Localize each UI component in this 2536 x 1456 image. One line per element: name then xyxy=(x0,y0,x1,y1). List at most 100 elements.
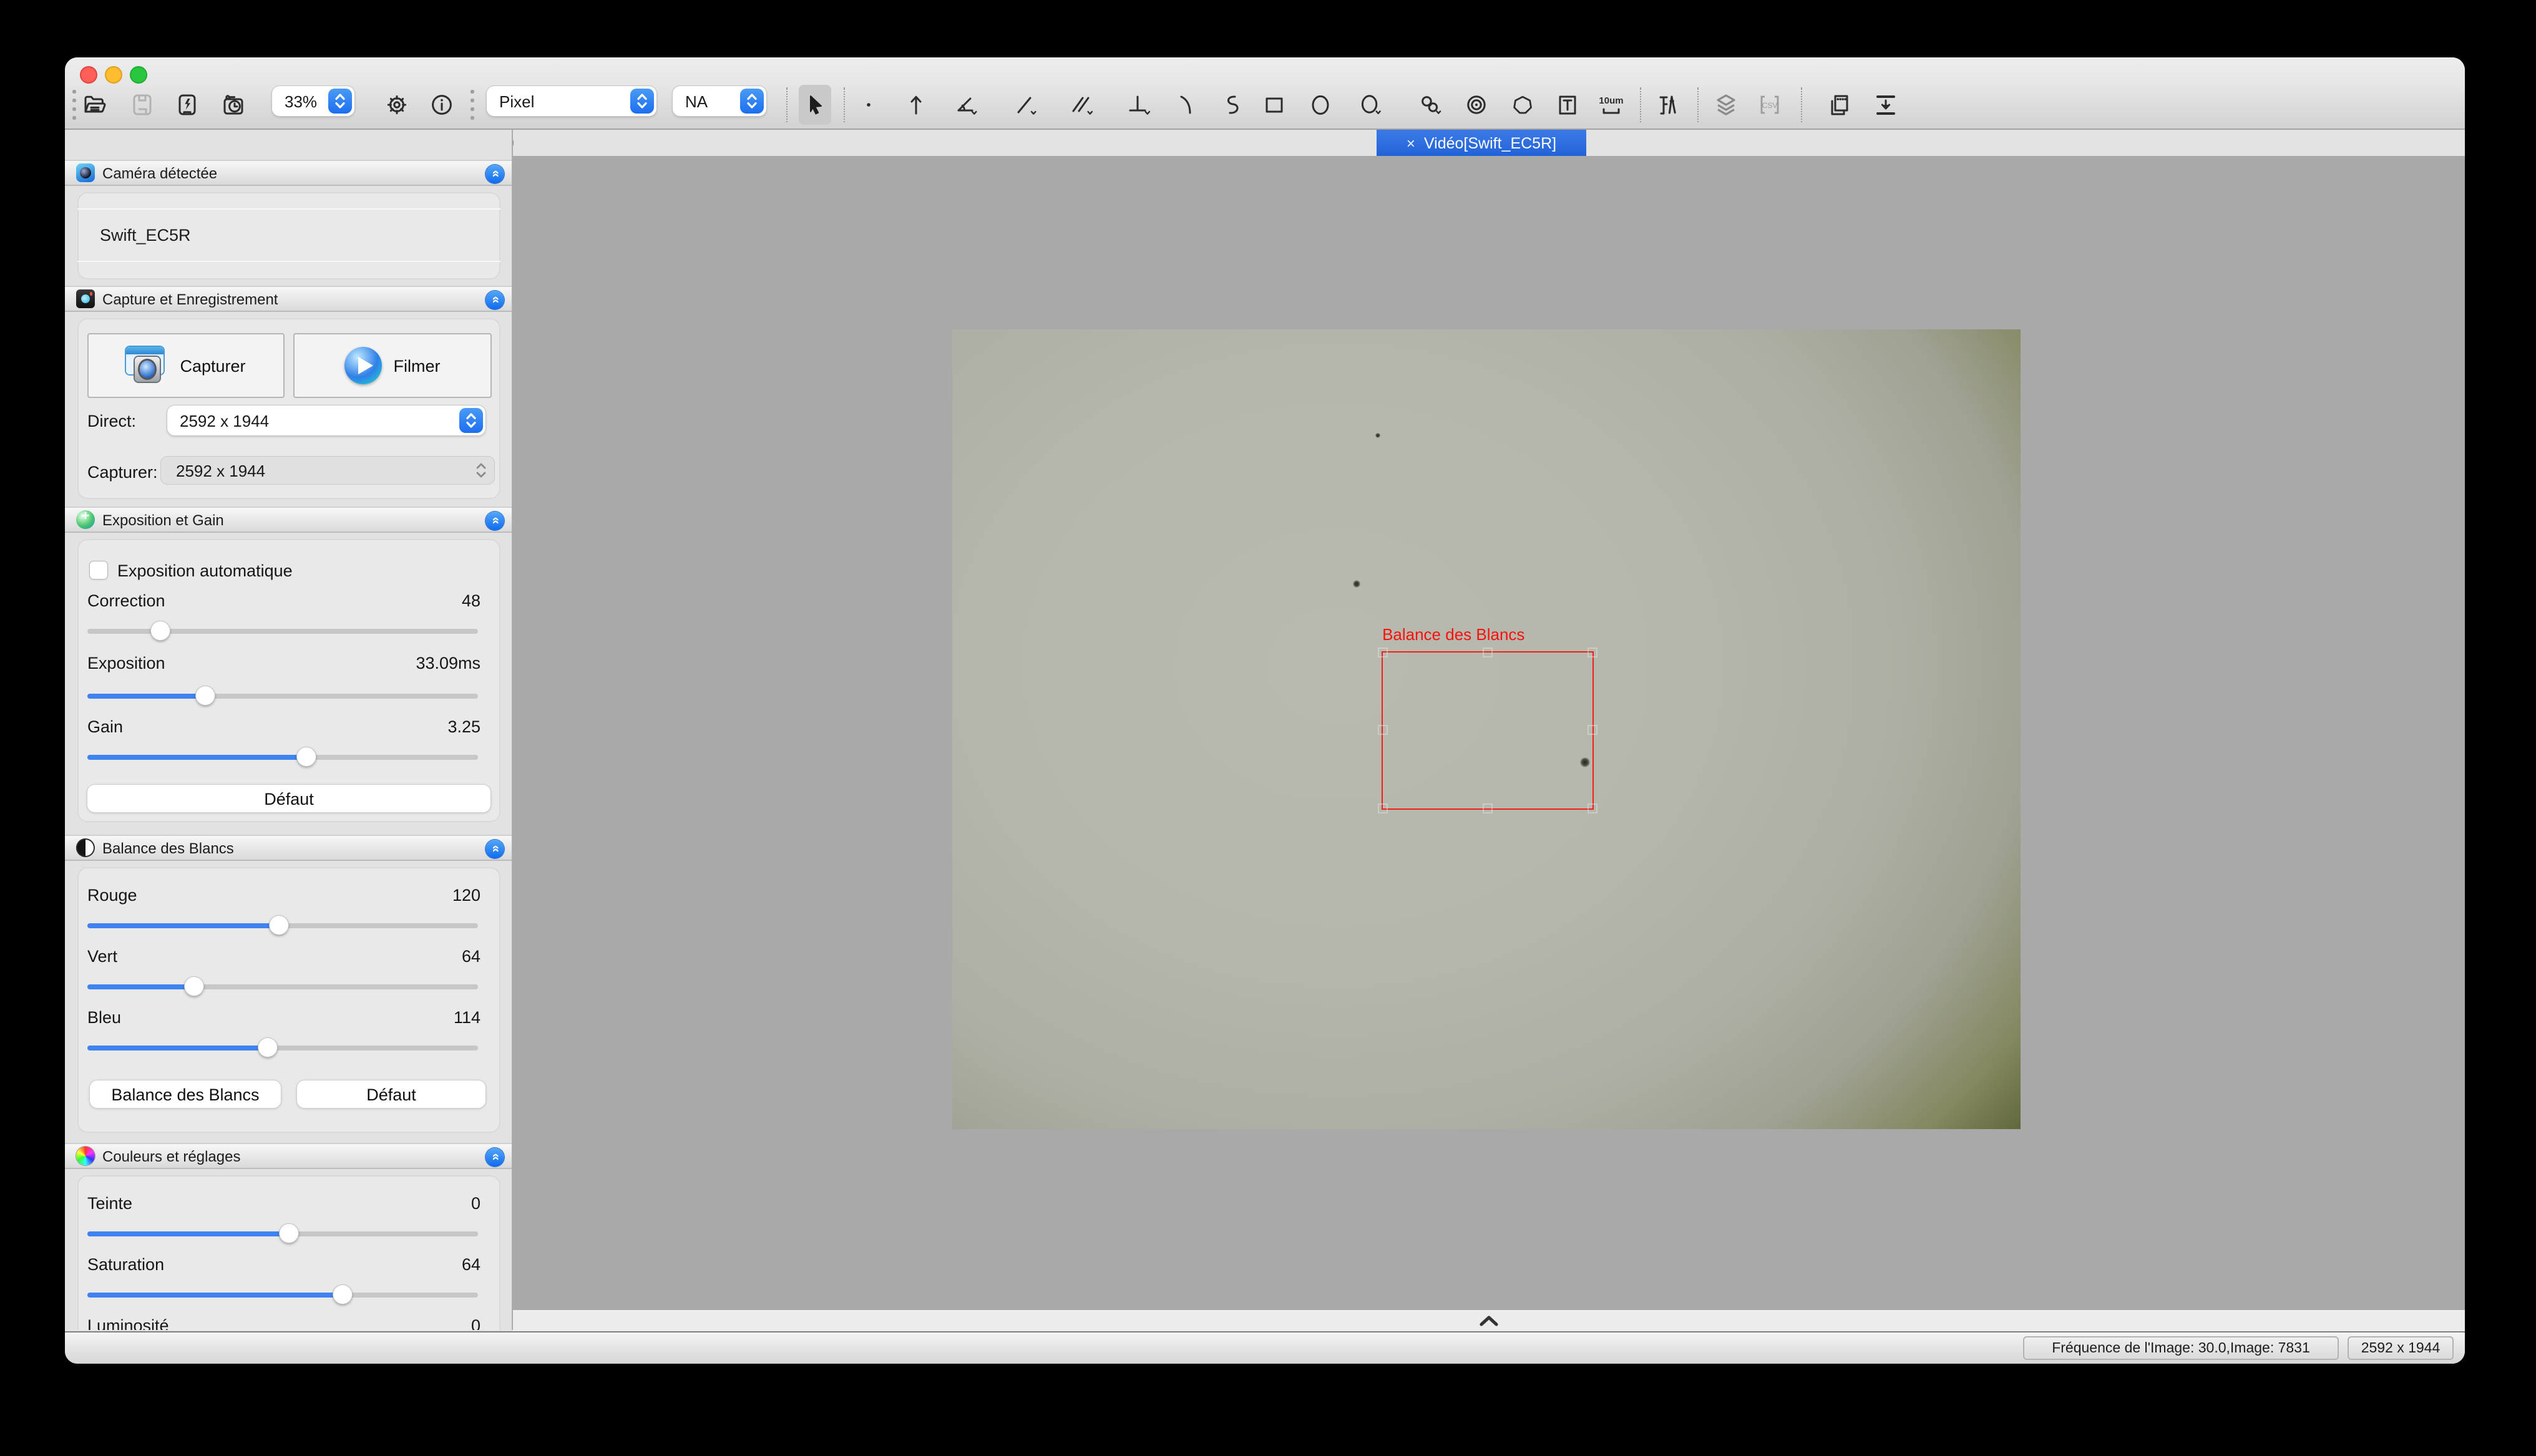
unit-select[interactable]: Pixel xyxy=(487,86,656,116)
ellipse-tool[interactable] xyxy=(1304,85,1337,125)
section-title: Balance des Blancs xyxy=(102,839,234,857)
roi-resize-handle[interactable] xyxy=(1377,647,1387,657)
slider-value: 114 xyxy=(454,1008,480,1027)
slider-label: Exposition xyxy=(87,654,165,672)
save-icon[interactable] xyxy=(126,85,158,125)
linked-circles-tool[interactable] xyxy=(1414,85,1446,125)
slider-label: Bleu xyxy=(87,1008,121,1027)
camera-flash-capture-icon[interactable] xyxy=(171,85,203,125)
direct-resolution-select[interactable]: 2592 x 1944 xyxy=(167,405,485,435)
camera-lens-icon xyxy=(76,163,95,182)
blue-slider[interactable] xyxy=(87,1038,480,1057)
zoom-level-select[interactable]: 33% xyxy=(272,86,354,116)
section-header-white-balance[interactable]: Balance des Blancs « xyxy=(65,835,512,861)
slider-value: 120 xyxy=(452,886,480,905)
roi-resize-handle[interactable] xyxy=(1377,803,1387,813)
scale-bar-tool[interactable]: 10um xyxy=(1595,85,1627,125)
collapse-section-button[interactable]: « xyxy=(485,512,504,530)
camera-timer-capture-icon[interactable] xyxy=(217,85,250,125)
copy-tool[interactable] xyxy=(1823,85,1856,125)
caliper-tool[interactable] xyxy=(1651,85,1684,125)
capture-resolution-select[interactable]: 2592 x 1944 xyxy=(161,457,494,484)
correction-slider[interactable] xyxy=(87,621,480,640)
slider-value: 3.25 xyxy=(447,717,480,736)
dust-speck xyxy=(1353,581,1361,588)
exposure-slider[interactable] xyxy=(87,686,480,705)
import-tool[interactable] xyxy=(1870,85,1902,125)
rectangle-tool[interactable] xyxy=(1258,85,1290,125)
stepper-icon xyxy=(459,408,483,433)
stepper-gray-icon xyxy=(476,462,487,479)
arc-tool[interactable] xyxy=(1169,85,1202,125)
record-button[interactable]: Filmer xyxy=(293,333,492,398)
tab-video[interactable]: × Vidéo[Swift_EC5R] xyxy=(1377,130,1586,156)
section-header-capture[interactable]: Capture et Enregistrement « xyxy=(65,286,512,312)
roi-resize-handle[interactable] xyxy=(1482,803,1492,813)
concentric-circles-tool[interactable] xyxy=(1460,85,1493,125)
gear-icon[interactable] xyxy=(381,85,413,125)
exposure-default-button[interactable]: Défaut xyxy=(87,785,490,812)
collapse-section-button[interactable]: « xyxy=(485,291,504,309)
polygon-tool[interactable] xyxy=(1506,85,1539,125)
line-tool[interactable] xyxy=(1008,85,1041,125)
green-slider[interactable] xyxy=(87,977,480,996)
angle-tool[interactable] xyxy=(950,85,982,125)
collapse-section-button[interactable]: « xyxy=(485,1148,504,1167)
hue-slider[interactable] xyxy=(87,1224,480,1243)
perpendicular-tool[interactable] xyxy=(1122,85,1154,125)
microscope-live-image[interactable]: Balance des Blancs xyxy=(952,329,2021,1129)
collapse-section-button[interactable]: « xyxy=(485,165,504,183)
slider-label: Rouge xyxy=(87,886,137,905)
toolbar-separator xyxy=(786,87,788,122)
open-folder-icon[interactable] xyxy=(79,85,111,125)
slider-value: 64 xyxy=(462,1255,480,1274)
section-header-exposure[interactable]: Exposition et Gain « xyxy=(65,507,512,533)
text-tool[interactable] xyxy=(1551,85,1584,125)
slider-value: 33.09ms xyxy=(416,654,480,672)
white-balance-button[interactable]: Balance des Blancs xyxy=(90,1080,281,1108)
roi-resize-handle[interactable] xyxy=(1587,803,1597,813)
section-header-camera[interactable]: Caméra détectée « xyxy=(65,160,512,186)
section-header-color[interactable]: Couleurs et réglages « xyxy=(65,1143,512,1169)
status-bar: Fréquence de l'Image: 30.0,Image: 7831 2… xyxy=(65,1331,2465,1364)
auto-exposure-checkbox[interactable] xyxy=(90,561,107,579)
info-icon[interactable] xyxy=(426,85,458,125)
toolbar-separator xyxy=(1801,87,1802,122)
cursor-tool[interactable] xyxy=(799,85,831,125)
record-play-icon xyxy=(345,347,383,384)
auto-exposure-label: Exposition automatique xyxy=(117,561,293,580)
roi-resize-handle[interactable] xyxy=(1587,725,1597,735)
white-balance-default-button[interactable]: Défaut xyxy=(297,1080,485,1108)
gain-slider[interactable] xyxy=(87,747,480,766)
slider-value: 0 xyxy=(471,1194,480,1213)
roi-resize-handle[interactable] xyxy=(1377,725,1387,735)
parallel-lines-tool[interactable] xyxy=(1065,85,1097,125)
roi-resize-handle[interactable] xyxy=(1482,647,1492,657)
arrow-tool[interactable] xyxy=(900,85,932,125)
capture-button[interactable]: Capturer xyxy=(87,333,285,398)
collapse-section-button[interactable]: « xyxy=(485,840,504,858)
section-title: Couleurs et réglages xyxy=(102,1147,240,1165)
close-window-button[interactable] xyxy=(80,66,97,84)
saturation-slider[interactable] xyxy=(87,1285,480,1304)
circle-tool[interactable] xyxy=(1354,85,1387,125)
close-tab-icon[interactable]: × xyxy=(1407,134,1415,152)
slider-label: Vert xyxy=(87,947,117,966)
slider-label: Correction xyxy=(87,591,165,610)
camera-list-item[interactable]: Swift_EC5R xyxy=(77,208,500,262)
expand-bottom-panel-button[interactable] xyxy=(1479,1315,1499,1326)
video-canvas[interactable]: Balance des Blancs xyxy=(513,156,2465,1310)
layers-tool[interactable] xyxy=(1710,85,1742,125)
white-balance-roi-rect[interactable] xyxy=(1381,651,1593,809)
curve-tool[interactable] xyxy=(1213,85,1246,125)
point-tool[interactable] xyxy=(852,85,885,125)
minimize-window-button[interactable] xyxy=(105,66,122,84)
na-select[interactable]: NA xyxy=(673,86,766,116)
toolbar-drag-handle-icon xyxy=(471,90,474,120)
red-slider[interactable] xyxy=(87,916,480,934)
zoom-window-button[interactable] xyxy=(130,66,147,84)
white-balance-panel: Rouge 120 Vert 64 Bleu 114 Balance des B… xyxy=(77,867,500,1133)
roi-resize-handle[interactable] xyxy=(1587,647,1597,657)
csv-export-icon[interactable]: CSV xyxy=(1753,85,1786,125)
toolbar-drag-handle-icon xyxy=(72,90,76,120)
